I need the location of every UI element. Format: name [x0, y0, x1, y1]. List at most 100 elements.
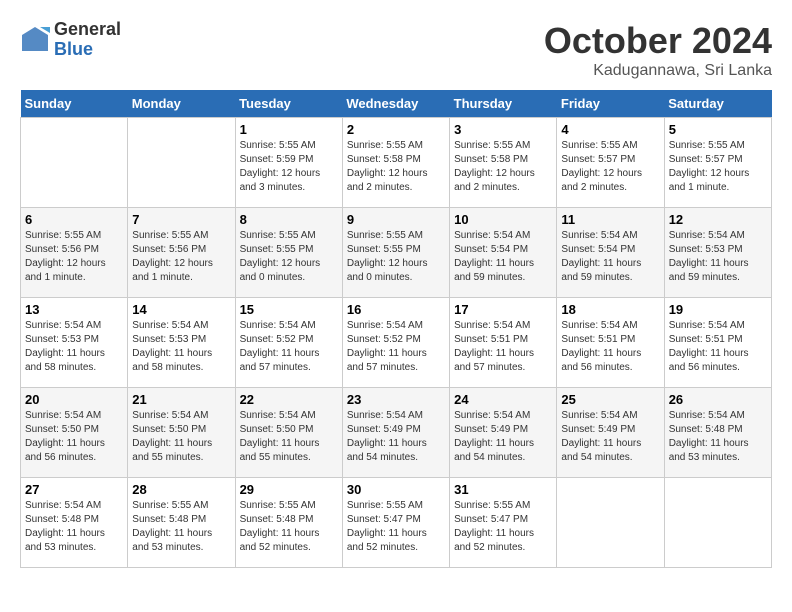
calendar-cell: 14Sunrise: 5:54 AM Sunset: 5:53 PM Dayli…	[128, 298, 235, 388]
day-detail: Sunrise: 5:54 AM Sunset: 5:51 PM Dayligh…	[454, 319, 552, 375]
day-number: 11	[561, 212, 659, 227]
calendar-cell: 31 Sunrise: 5:55 AM Sunset: 5:47 PM Dayli…	[450, 478, 557, 568]
day-number: 31	[454, 482, 552, 497]
calendar-cell: 26Sunrise: 5:54 AM Sunset: 5:48 PM Dayli…	[664, 388, 771, 478]
day-detail: Sunrise: 5:55 AM Sunset: 5:47 PM Dayligh…	[454, 499, 552, 555]
day-detail: Sunrise: 5:55 AM Sunset: 5:56 PM Dayligh…	[25, 229, 123, 285]
day-detail: Sunrise: 5:55 AM Sunset: 5:48 PM Dayligh…	[132, 499, 230, 555]
day-number: 4	[561, 122, 659, 137]
calendar-week-1: 1Sunrise: 5:55 AM Sunset: 5:59 PM Daylig…	[21, 118, 772, 208]
calendar-cell: 7 Sunrise: 5:55 AM Sunset: 5:56 PM Daylig…	[128, 208, 235, 298]
calendar-cell: 3 Sunrise: 5:55 AM Sunset: 5:58 PM Daylig…	[450, 118, 557, 208]
day-detail: Sunrise: 5:55 AM Sunset: 5:58 PM Dayligh…	[347, 139, 445, 195]
day-detail: Sunrise: 5:54 AM Sunset: 5:48 PM Dayligh…	[25, 499, 123, 555]
calendar-table: Sunday Monday Tuesday Wednesday Thursday…	[20, 90, 772, 568]
day-number: 23	[347, 392, 445, 407]
day-number: 1	[240, 122, 338, 137]
day-detail: Sunrise: 5:54 AM Sunset: 5:52 PM Dayligh…	[240, 319, 338, 375]
logo-blue: Blue	[54, 40, 121, 60]
day-number: 10	[454, 212, 552, 227]
calendar-cell	[557, 478, 664, 568]
header-monday: Monday	[128, 90, 235, 118]
day-number: 24	[454, 392, 552, 407]
day-detail: Sunrise: 5:55 AM Sunset: 5:48 PM Dayligh…	[240, 499, 338, 555]
day-number: 2	[347, 122, 445, 137]
calendar-cell: 13Sunrise: 5:54 AM Sunset: 5:53 PM Dayli…	[21, 298, 128, 388]
day-number: 5	[669, 122, 767, 137]
logo: General Blue	[20, 20, 121, 60]
calendar-week-2: 6 Sunrise: 5:55 AM Sunset: 5:56 PM Daylig…	[21, 208, 772, 298]
header-wednesday: Wednesday	[342, 90, 449, 118]
day-detail: Sunrise: 5:54 AM Sunset: 5:50 PM Dayligh…	[240, 409, 338, 465]
day-number: 16	[347, 302, 445, 317]
day-number: 18	[561, 302, 659, 317]
calendar-cell	[21, 118, 128, 208]
day-number: 12	[669, 212, 767, 227]
day-detail: Sunrise: 5:54 AM Sunset: 5:49 PM Dayligh…	[347, 409, 445, 465]
calendar-cell: 12 Sunrise: 5:54 AM Sunset: 5:53 PM Dayli…	[664, 208, 771, 298]
day-detail: Sunrise: 5:55 AM Sunset: 5:57 PM Dayligh…	[561, 139, 659, 195]
day-number: 8	[240, 212, 338, 227]
day-detail: Sunrise: 5:54 AM Sunset: 5:49 PM Dayligh…	[561, 409, 659, 465]
day-detail: Sunrise: 5:54 AM Sunset: 5:50 PM Dayligh…	[25, 409, 123, 465]
calendar-cell: 21Sunrise: 5:54 AM Sunset: 5:50 PM Dayli…	[128, 388, 235, 478]
calendar-cell: 16Sunrise: 5:54 AM Sunset: 5:52 PM Dayli…	[342, 298, 449, 388]
calendar-cell: 24 Sunrise: 5:54 AM Sunset: 5:49 PM Dayli…	[450, 388, 557, 478]
calendar-cell: 22 Sunrise: 5:54 AM Sunset: 5:50 PM Dayli…	[235, 388, 342, 478]
day-detail: Sunrise: 5:54 AM Sunset: 5:51 PM Dayligh…	[669, 319, 767, 375]
calendar-cell: 8 Sunrise: 5:55 AM Sunset: 5:55 PM Daylig…	[235, 208, 342, 298]
header-friday: Friday	[557, 90, 664, 118]
logo-text: General Blue	[54, 20, 121, 60]
calendar-cell: 6 Sunrise: 5:55 AM Sunset: 5:56 PM Daylig…	[21, 208, 128, 298]
calendar-week-4: 20Sunrise: 5:54 AM Sunset: 5:50 PM Dayli…	[21, 388, 772, 478]
day-detail: Sunrise: 5:54 AM Sunset: 5:54 PM Dayligh…	[561, 229, 659, 285]
calendar-cell: 19 Sunrise: 5:54 AM Sunset: 5:51 PM Dayli…	[664, 298, 771, 388]
day-number: 3	[454, 122, 552, 137]
day-detail: Sunrise: 5:55 AM Sunset: 5:56 PM Dayligh…	[132, 229, 230, 285]
day-number: 22	[240, 392, 338, 407]
calendar-cell: 23 Sunrise: 5:54 AM Sunset: 5:49 PM Dayli…	[342, 388, 449, 478]
calendar-cell: 9Sunrise: 5:55 AM Sunset: 5:55 PM Daylig…	[342, 208, 449, 298]
day-number: 25	[561, 392, 659, 407]
calendar-cell: 17 Sunrise: 5:54 AM Sunset: 5:51 PM Dayli…	[450, 298, 557, 388]
day-detail: Sunrise: 5:54 AM Sunset: 5:53 PM Dayligh…	[669, 229, 767, 285]
day-number: 15	[240, 302, 338, 317]
day-detail: Sunrise: 5:55 AM Sunset: 5:57 PM Dayligh…	[669, 139, 767, 195]
location: Kadugannawa, Sri Lanka	[544, 62, 772, 80]
header-row: Sunday Monday Tuesday Wednesday Thursday…	[21, 90, 772, 118]
day-detail: Sunrise: 5:54 AM Sunset: 5:48 PM Dayligh…	[669, 409, 767, 465]
calendar-cell: 4 Sunrise: 5:55 AM Sunset: 5:57 PM Daylig…	[557, 118, 664, 208]
logo-icon	[20, 25, 50, 55]
day-detail: Sunrise: 5:55 AM Sunset: 5:55 PM Dayligh…	[240, 229, 338, 285]
day-number: 7	[132, 212, 230, 227]
calendar-week-3: 13Sunrise: 5:54 AM Sunset: 5:53 PM Dayli…	[21, 298, 772, 388]
day-number: 30	[347, 482, 445, 497]
calendar-cell: 18Sunrise: 5:54 AM Sunset: 5:51 PM Dayli…	[557, 298, 664, 388]
day-number: 28	[132, 482, 230, 497]
calendar-cell: 29 Sunrise: 5:55 AM Sunset: 5:48 PM Dayli…	[235, 478, 342, 568]
day-number: 17	[454, 302, 552, 317]
day-detail: Sunrise: 5:55 AM Sunset: 5:47 PM Dayligh…	[347, 499, 445, 555]
day-number: 6	[25, 212, 123, 227]
calendar-cell: 15 Sunrise: 5:54 AM Sunset: 5:52 PM Dayli…	[235, 298, 342, 388]
month-title: October 2024	[544, 20, 772, 62]
title-section: October 2024 Kadugannawa, Sri Lanka	[544, 20, 772, 80]
day-number: 27	[25, 482, 123, 497]
calendar-week-5: 27 Sunrise: 5:54 AM Sunset: 5:48 PM Dayli…	[21, 478, 772, 568]
day-number: 21	[132, 392, 230, 407]
header-thursday: Thursday	[450, 90, 557, 118]
calendar-cell: 1Sunrise: 5:55 AM Sunset: 5:59 PM Daylig…	[235, 118, 342, 208]
header-sunday: Sunday	[21, 90, 128, 118]
page-header: General Blue October 2024 Kadugannawa, S…	[20, 20, 772, 80]
day-detail: Sunrise: 5:55 AM Sunset: 5:58 PM Dayligh…	[454, 139, 552, 195]
day-number: 29	[240, 482, 338, 497]
day-detail: Sunrise: 5:54 AM Sunset: 5:49 PM Dayligh…	[454, 409, 552, 465]
day-number: 14	[132, 302, 230, 317]
day-number: 19	[669, 302, 767, 317]
calendar-cell: 27 Sunrise: 5:54 AM Sunset: 5:48 PM Dayli…	[21, 478, 128, 568]
calendar-cell: 25 Sunrise: 5:54 AM Sunset: 5:49 PM Dayli…	[557, 388, 664, 478]
header-saturday: Saturday	[664, 90, 771, 118]
calendar-cell: 10Sunrise: 5:54 AM Sunset: 5:54 PM Dayli…	[450, 208, 557, 298]
calendar-cell: 5 Sunrise: 5:55 AM Sunset: 5:57 PM Daylig…	[664, 118, 771, 208]
day-number: 13	[25, 302, 123, 317]
